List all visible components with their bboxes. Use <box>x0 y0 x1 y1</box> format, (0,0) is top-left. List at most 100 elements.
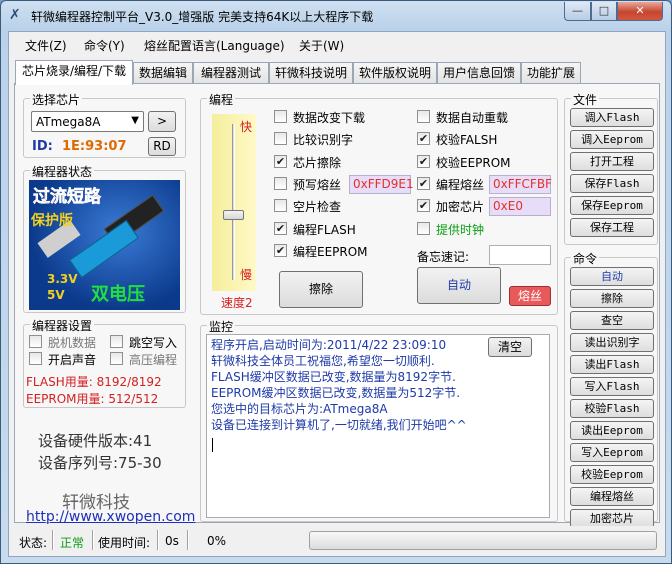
checkmark-icon: ✔ <box>274 154 287 168</box>
program-option-2-label: 芯片擦除 <box>293 155 342 170</box>
command-button-6[interactable]: 校验Flash <box>570 399 654 418</box>
command-button-9[interactable]: 校验Eeprom <box>570 465 654 484</box>
close-button[interactable]: ✕ <box>617 2 663 21</box>
skip-blank-write-label: 跳空写入 <box>129 336 178 350</box>
programmer-status-group: 编程器状态 过流短路 保护版 3.3V 5V 双电压 <box>23 163 186 313</box>
title-bar[interactable]: ✗ 轩微编程器控制平台_V3.0_增强版 完美支持64K以上大程序下载 — □ … <box>1 1 671 29</box>
log-line: FLASH缓冲区数据已改变,数据量为8192字节. <box>211 370 456 384</box>
minimize-button[interactable]: — <box>564 2 591 21</box>
log-line: 轩微科技全体员工祝福您,希望您一切顺利. <box>211 354 435 368</box>
speed-slider-panel: 快 慢 <box>212 114 256 291</box>
program-option-3-label: 预写熔丝 <box>293 177 342 192</box>
tab-copyright[interactable]: 软件版权说明 <box>353 62 437 84</box>
verify-option-0-label: 数据自动重载 <box>436 111 509 125</box>
file-button-4[interactable]: 保存Eeprom <box>570 196 654 215</box>
monitor-group-label: 监控 <box>207 318 236 335</box>
tab-page-programming: 选择芯片 ATmega8A ▼ > ID: 1E:93:07 RD 编程器状态 … <box>14 83 660 528</box>
chip-dropdown[interactable]: ATmega8A ▼ <box>31 111 144 132</box>
monitor-group: 监控 程序开启,启动时间为:2011/4/22 23:09:10 轩微科技全体员工… <box>200 318 558 522</box>
status-separator <box>52 530 54 550</box>
speed-slider-track <box>232 124 235 280</box>
checkmark-icon: ✔ <box>417 154 430 168</box>
status-separator <box>157 530 159 550</box>
image-volt-33: 3.3V <box>47 272 78 286</box>
eeprom-usage: EEPROM用量: 512/512 <box>26 392 159 406</box>
file-button-2[interactable]: 打开工程 <box>570 152 654 171</box>
progress-bar <box>309 531 657 550</box>
command-button-5[interactable]: 写入Flash <box>570 377 654 396</box>
status-label: 状态: <box>19 536 48 550</box>
tab-extensions[interactable]: 功能扩展 <box>521 62 581 84</box>
high-voltage-label: 高压编程 <box>129 353 178 367</box>
command-button-7[interactable]: 读出Eeprom <box>570 421 654 440</box>
image-text-protected: 保护版 <box>31 213 73 229</box>
erase-button[interactable]: 擦除 <box>279 271 363 308</box>
menu-fuse-language[interactable]: 熔丝配置语言(Language) <box>144 37 285 54</box>
verify-option-3-label: 编程熔丝 <box>436 177 485 192</box>
verify-option-5-label: 提供时钟 <box>436 222 485 237</box>
file-button-0[interactable]: 调入Flash <box>570 108 654 127</box>
tab-data-edit[interactable]: 数据编辑 <box>133 62 193 84</box>
command-button-0[interactable]: 自动 <box>570 267 654 286</box>
read-id-button[interactable]: RD <box>148 137 176 156</box>
clear-log-button[interactable]: 清空 <box>488 337 532 357</box>
tab-feedback[interactable]: 用户信息回馈 <box>437 62 521 84</box>
checkmark-icon: ✔ <box>274 243 287 257</box>
checkbox-box <box>29 352 42 365</box>
memo-input[interactable] <box>489 245 551 265</box>
checkmark-icon: ✔ <box>417 176 430 190</box>
log-line: 您选中的目标芯片为:ATmega8A <box>211 402 388 416</box>
chevron-down-icon: ▼ <box>131 115 139 126</box>
command-button-10[interactable]: 编程熔丝 <box>570 487 654 506</box>
menu-about[interactable]: 关于(W) <box>299 37 344 54</box>
program-option-4-label: 空片检查 <box>293 200 342 215</box>
program-group-label: 编程 <box>207 91 236 108</box>
maximize-button[interactable]: □ <box>591 2 617 21</box>
speed-slider-thumb[interactable] <box>223 210 244 220</box>
website-link[interactable]: http://www.xwopen.com <box>26 509 195 525</box>
tab-company-info[interactable]: 轩微科技说明 <box>269 62 353 84</box>
file-button-3[interactable]: 保存Flash <box>570 174 654 193</box>
checkmark-icon: ✔ <box>417 199 430 213</box>
log-line: EEPROM缓冲区数据已改变,数据量为512字节. <box>211 386 461 400</box>
file-button-5[interactable]: 保存工程 <box>570 218 654 237</box>
chip-id-value: 1E:93:07 <box>62 139 127 154</box>
tab-programmer-test[interactable]: 编程器测试 <box>193 62 269 84</box>
offline-data-label: 脱机数据 <box>48 336 97 350</box>
lock-value-field[interactable]: 0xE0 <box>489 197 551 216</box>
status-bar: 状态: 正常 使用时间: 0s 0% <box>9 526 665 556</box>
monitor-log[interactable]: 程序开启,启动时间为:2011/4/22 23:09:10 轩微科技全体员工祝福您… <box>206 334 550 518</box>
checkbox-box <box>110 335 123 348</box>
checkmark-icon: ✔ <box>274 221 287 235</box>
menu-command[interactable]: 命令(Y) <box>84 37 125 54</box>
usage-time-value: 0s <box>165 534 179 548</box>
command-button-4[interactable]: 读出Flash <box>570 355 654 374</box>
file-button-1[interactable]: 调入Eeprom <box>570 130 654 149</box>
speed-fast-label: 快 <box>240 120 253 134</box>
command-button-8[interactable]: 写入Eeprom <box>570 443 654 462</box>
checkbox-box <box>417 110 430 123</box>
chip-next-button[interactable]: > <box>148 111 176 132</box>
verify-option-4-label: 加密芯片 <box>436 200 485 215</box>
programmer-image: 过流短路 保护版 3.3V 5V 双电压 <box>29 180 180 310</box>
fuse-value-field[interactable]: 0xFFCFBF <box>489 175 552 194</box>
command-button-3[interactable]: 读出识别字 <box>570 333 654 352</box>
checkbox-box <box>274 132 287 146</box>
fuse-button[interactable]: 熔丝 <box>509 286 551 306</box>
prefuse-value-field[interactable]: 0xFFD9E1 <box>349 175 414 194</box>
command-button-2[interactable]: 查空 <box>570 311 654 330</box>
tab-chip-programming[interactable]: 芯片烧录/编程/下载 <box>15 60 133 85</box>
speed-label: 速度2 <box>221 296 253 310</box>
program-option-0-label: 数据改变下载 <box>293 111 366 125</box>
image-text-overcurrent: 过流短路 <box>33 187 102 208</box>
usage-time-label: 使用时间: <box>98 536 151 550</box>
auto-program-button[interactable]: 自动 <box>417 267 501 304</box>
verify-option-2-label: 校验EEPROM <box>436 155 511 170</box>
programmer-status-label: 编程器状态 <box>30 163 95 180</box>
status-value: 正常 <box>60 536 85 550</box>
progress-percent: 0% <box>207 534 227 548</box>
program-group: 编程 快 慢 速度2 数据改变下载 比较识别字 ✔ 芯片擦除 预写熔丝 空片检查 ✔ 编程FL… <box>200 91 558 315</box>
window-title: 轩微编程器控制平台_V3.0_增强版 完美支持64K以上大程序下载 <box>31 10 374 24</box>
menu-file[interactable]: 文件(Z) <box>25 37 67 54</box>
command-button-1[interactable]: 擦除 <box>570 289 654 308</box>
